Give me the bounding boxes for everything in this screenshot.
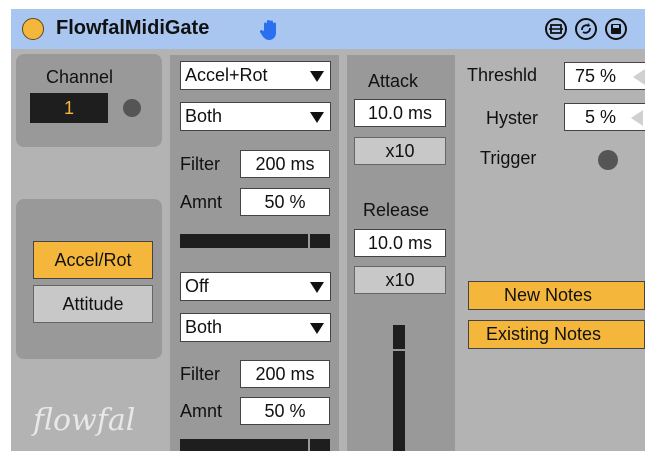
hysteresis-field[interactable]: 5 %: [564, 103, 645, 131]
chevron-down-icon: [310, 323, 324, 334]
channel-number-box[interactable]: 1: [30, 93, 108, 123]
slider-arrow-icon: [631, 110, 643, 126]
source2-amount-label: Amnt: [180, 401, 223, 421]
chevron-down-icon: [310, 112, 324, 123]
hysteresis-value: 5 %: [585, 107, 617, 127]
existing-notes-button[interactable]: Existing Notes: [468, 320, 645, 349]
source1-filter-label: Filter: [180, 154, 220, 174]
chevron-down-icon: [310, 71, 324, 82]
device-title: FlowfalMidiGate: [56, 17, 210, 39]
attitude-button[interactable]: Attitude: [33, 285, 153, 323]
source2-filter-field[interactable]: 200 ms: [240, 360, 330, 388]
source2-filter-label: Filter: [180, 364, 220, 384]
release-multiplier-button[interactable]: x10: [354, 266, 446, 294]
hysteresis-label: Hyster: [486, 108, 539, 128]
source2-level-meter: [180, 439, 330, 451]
title-bar: FlowfalMidiGate: [11, 9, 645, 49]
mode-panel: Accel/Rot Attitude: [16, 199, 162, 359]
device: FlowfalMidiGate Channel 1 Accel/Rot Atti…: [11, 9, 645, 451]
source2-dropdown-value: Off: [185, 276, 209, 296]
source2-dropdown[interactable]: Off: [180, 272, 331, 301]
trigger-label: Trigger: [480, 148, 537, 168]
source2-amount-field[interactable]: 50 %: [240, 397, 330, 425]
source1-amount-field[interactable]: 50 %: [240, 188, 330, 216]
threshold-value: 75 %: [575, 66, 617, 86]
trigger-led: [598, 150, 618, 170]
attack-multiplier-button[interactable]: x10: [354, 137, 446, 165]
source-strip: Accel+Rot Both Filter 200 ms Amnt 50 % O…: [170, 55, 339, 451]
device-on-toggle[interactable]: [22, 18, 44, 40]
source2-axis-value: Both: [185, 317, 223, 337]
source1-dropdown-value: Accel+Rot: [185, 65, 268, 85]
source2-axis-dropdown[interactable]: Both: [180, 313, 331, 342]
source1-filter-field[interactable]: 200 ms: [240, 150, 330, 178]
freeze-icon[interactable]: [545, 18, 567, 40]
slider-arrow-icon: [633, 69, 645, 85]
new-notes-button[interactable]: New Notes: [468, 281, 645, 310]
source1-amount-label: Amnt: [180, 192, 223, 212]
channel-label: Channel: [46, 67, 114, 87]
meter-divider: [308, 234, 310, 248]
accel-rot-button[interactable]: Accel/Rot: [33, 241, 153, 279]
meter-divider: [393, 349, 405, 351]
attack-field[interactable]: 10.0 ms: [354, 99, 446, 127]
attack-label: Attack: [368, 71, 419, 91]
threshold-field[interactable]: 75 %: [564, 62, 645, 90]
threshold-label: Threshld: [467, 65, 538, 85]
source1-axis-value: Both: [185, 106, 223, 126]
save-icon[interactable]: [605, 18, 627, 40]
flowfal-logo: flowfal: [33, 403, 136, 438]
meter-divider: [308, 439, 310, 451]
envelope-output-meter: [393, 325, 405, 451]
release-label: Release: [363, 200, 430, 220]
refresh-icon[interactable]: [575, 18, 597, 40]
hand-icon[interactable]: [258, 18, 282, 42]
release-field[interactable]: 10.0 ms: [354, 229, 446, 257]
source1-axis-dropdown[interactable]: Both: [180, 102, 331, 131]
source1-dropdown[interactable]: Accel+Rot: [180, 61, 331, 90]
source1-level-meter: [180, 234, 330, 248]
channel-activity-led: [123, 99, 141, 117]
channel-panel: Channel 1: [16, 54, 162, 147]
envelope-strip: Attack 10.0 ms x10 Release 10.0 ms x10: [347, 55, 455, 451]
chevron-down-icon: [310, 282, 324, 293]
